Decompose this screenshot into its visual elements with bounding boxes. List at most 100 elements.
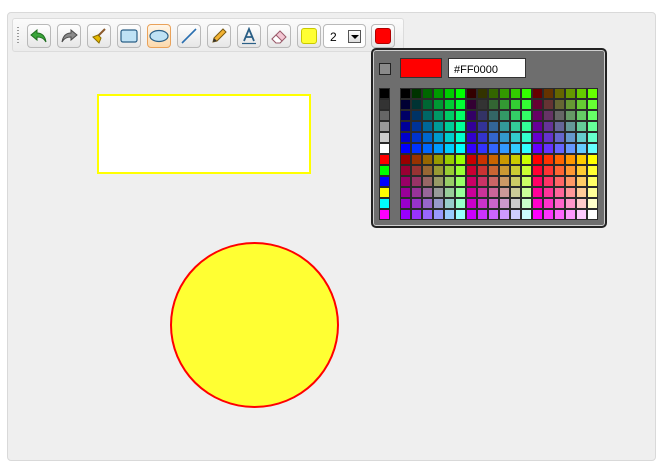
color-swatch[interactable] (477, 176, 488, 187)
color-swatch[interactable] (554, 154, 565, 165)
color-swatch[interactable] (411, 88, 422, 99)
color-swatch[interactable] (433, 176, 444, 187)
color-swatch[interactable] (499, 187, 510, 198)
color-swatch[interactable] (477, 110, 488, 121)
color-swatch[interactable] (532, 198, 543, 209)
color-swatch[interactable] (433, 99, 444, 110)
color-swatch[interactable] (499, 99, 510, 110)
color-swatch[interactable] (466, 198, 477, 209)
color-swatch[interactable] (554, 132, 565, 143)
color-swatch[interactable] (433, 110, 444, 121)
color-swatch[interactable] (433, 132, 444, 143)
color-swatch[interactable] (488, 209, 499, 220)
text-tool-button[interactable] (237, 24, 261, 48)
color-swatch[interactable] (499, 154, 510, 165)
color-swatch[interactable] (455, 209, 466, 220)
color-swatch[interactable] (379, 176, 390, 187)
color-swatch[interactable] (576, 176, 587, 187)
color-swatch[interactable] (532, 110, 543, 121)
color-swatch[interactable] (510, 132, 521, 143)
color-swatch[interactable] (510, 154, 521, 165)
color-swatch[interactable] (466, 99, 477, 110)
color-swatch[interactable] (499, 165, 510, 176)
color-swatch[interactable] (488, 187, 499, 198)
color-swatch[interactable] (379, 198, 390, 209)
color-swatch[interactable] (587, 165, 598, 176)
color-swatch[interactable] (565, 198, 576, 209)
color-swatch[interactable] (400, 209, 411, 220)
color-swatch[interactable] (400, 187, 411, 198)
color-swatch[interactable] (477, 88, 488, 99)
color-swatch[interactable] (433, 143, 444, 154)
redo-button[interactable] (57, 24, 81, 48)
color-swatch[interactable] (499, 132, 510, 143)
color-swatch[interactable] (521, 99, 532, 110)
color-swatch[interactable] (444, 121, 455, 132)
color-swatch[interactable] (587, 198, 598, 209)
color-swatch[interactable] (411, 176, 422, 187)
color-swatch[interactable] (433, 187, 444, 198)
color-swatch[interactable] (576, 143, 587, 154)
color-swatch[interactable] (532, 121, 543, 132)
color-swatch[interactable] (499, 176, 510, 187)
color-swatch[interactable] (379, 209, 390, 220)
color-swatch[interactable] (455, 176, 466, 187)
color-swatch[interactable] (444, 132, 455, 143)
color-swatch[interactable] (576, 209, 587, 220)
color-swatch[interactable] (532, 143, 543, 154)
color-swatch[interactable] (488, 176, 499, 187)
color-swatch[interactable] (499, 143, 510, 154)
color-swatch[interactable] (466, 121, 477, 132)
color-swatch[interactable] (422, 132, 433, 143)
color-swatch[interactable] (400, 165, 411, 176)
color-swatch[interactable] (422, 187, 433, 198)
color-swatch[interactable] (499, 88, 510, 99)
ellipse-tool-button[interactable] (147, 24, 171, 48)
color-swatch[interactable] (565, 165, 576, 176)
color-swatch[interactable] (477, 198, 488, 209)
color-swatch[interactable] (444, 110, 455, 121)
color-swatch[interactable] (521, 165, 532, 176)
color-swatch[interactable] (379, 143, 390, 154)
color-swatch[interactable] (510, 88, 521, 99)
color-swatch[interactable] (510, 121, 521, 132)
color-swatch[interactable] (455, 187, 466, 198)
color-swatch[interactable] (466, 88, 477, 99)
color-swatch[interactable] (477, 121, 488, 132)
color-swatch[interactable] (400, 88, 411, 99)
color-swatch[interactable] (521, 88, 532, 99)
color-swatch[interactable] (444, 187, 455, 198)
color-swatch[interactable] (499, 198, 510, 209)
color-swatch[interactable] (466, 176, 477, 187)
color-swatch[interactable] (444, 154, 455, 165)
color-swatch[interactable] (477, 165, 488, 176)
color-swatch[interactable] (444, 165, 455, 176)
color-swatch[interactable] (466, 110, 477, 121)
color-swatch[interactable] (576, 165, 587, 176)
color-swatch[interactable] (543, 198, 554, 209)
color-swatch[interactable] (400, 198, 411, 209)
color-swatch[interactable] (521, 176, 532, 187)
color-swatch[interactable] (411, 209, 422, 220)
color-swatch[interactable] (543, 187, 554, 198)
color-swatch[interactable] (455, 121, 466, 132)
color-swatch[interactable] (422, 88, 433, 99)
color-swatch[interactable] (532, 99, 543, 110)
color-swatch[interactable] (400, 99, 411, 110)
color-swatch[interactable] (488, 99, 499, 110)
color-swatch[interactable] (499, 209, 510, 220)
color-swatch[interactable] (466, 132, 477, 143)
color-swatch[interactable] (477, 132, 488, 143)
color-swatch[interactable] (379, 132, 390, 143)
color-swatch[interactable] (444, 99, 455, 110)
color-swatch[interactable] (488, 121, 499, 132)
color-swatch[interactable] (587, 176, 598, 187)
color-swatch[interactable] (565, 99, 576, 110)
color-swatch[interactable] (521, 143, 532, 154)
color-swatch[interactable] (576, 121, 587, 132)
color-swatch[interactable] (532, 209, 543, 220)
color-swatch[interactable] (422, 99, 433, 110)
color-swatch[interactable] (554, 99, 565, 110)
color-swatch[interactable] (510, 143, 521, 154)
color-swatch[interactable] (510, 110, 521, 121)
